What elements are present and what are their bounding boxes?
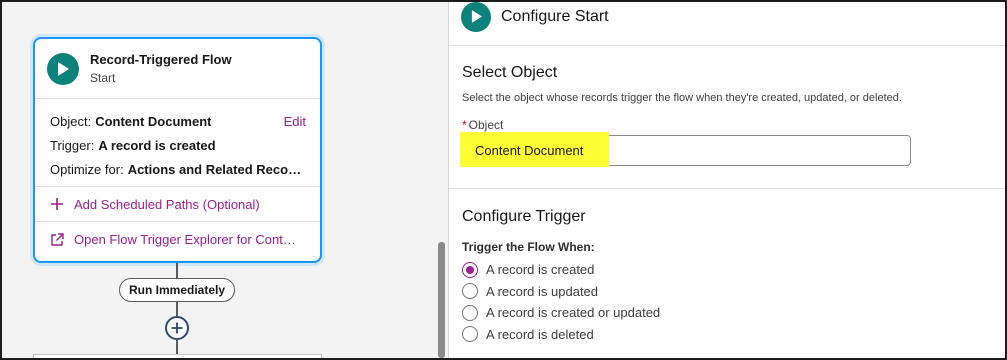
flow-canvas[interactable]: Record-Triggered Flow Start Object: Cont… <box>2 2 432 358</box>
add-element-icon[interactable] <box>165 316 189 340</box>
object-field-label-text: Object <box>468 118 504 132</box>
radio-label: A record is deleted <box>486 326 594 342</box>
radio-option-created-or-updated[interactable]: A record is created or updated <box>462 302 1005 324</box>
plus-icon <box>51 198 65 210</box>
select-object-heading: Select Object <box>462 64 558 81</box>
optimize-row-value: Actions and Related Records <box>127 162 306 177</box>
object-row: Object: Content Document Edit <box>50 110 306 134</box>
edit-link[interactable]: Edit <box>284 110 306 134</box>
trigger-radio-group: A record is created A record is updated … <box>462 259 1005 345</box>
object-row-label: Object: <box>50 114 92 129</box>
panel-title: Configure Start <box>501 7 609 25</box>
optimize-row-label: Optimize for: <box>50 162 124 177</box>
open-trigger-explorer-link[interactable]: Open Flow Trigger Explorer for Content D… <box>35 222 320 257</box>
radio-button[interactable] <box>462 283 478 300</box>
select-object-help: Select the object whose records trigger … <box>462 92 902 104</box>
start-node-subtitle: Start <box>90 71 116 85</box>
start-node-title: Record-Triggered Flow <box>90 52 232 67</box>
radio-button-checked[interactable] <box>462 261 478 278</box>
radio-label: A record is updated <box>486 283 599 299</box>
open-trigger-explorer-label: Open Flow Trigger Explorer for Content D… <box>74 232 298 247</box>
object-lookup-value: Content Document <box>475 143 584 158</box>
add-scheduled-paths-label: Add Scheduled Paths (Optional) <box>74 196 260 212</box>
trigger-when-label: Trigger the Flow When: <box>462 240 595 254</box>
radio-button[interactable] <box>462 304 478 321</box>
trigger-row-label: Trigger: <box>50 138 95 153</box>
trigger-row-value: A record is created <box>98 138 216 153</box>
next-node-card[interactable] <box>33 354 322 358</box>
canvas-scrollbar[interactable] <box>438 242 445 358</box>
object-field-label: * Object <box>462 118 1005 132</box>
start-node-header: Record-Triggered Flow Start <box>35 39 320 99</box>
radio-button[interactable] <box>462 326 478 343</box>
object-row-value: Content Document <box>95 114 212 129</box>
panel-header: Configure Start <box>449 1 1005 46</box>
optimize-row: Optimize for: Actions and Related Record… <box>50 158 306 182</box>
object-lookup-input[interactable]: Content Document <box>460 132 911 167</box>
configure-trigger-heading: Configure Trigger <box>462 208 586 225</box>
start-node-card[interactable]: Record-Triggered Flow Start Object: Cont… <box>33 37 322 263</box>
external-link-icon <box>51 233 65 246</box>
add-scheduled-paths-button[interactable]: Add Scheduled Paths (Optional) <box>35 187 320 222</box>
radio-option-deleted[interactable]: A record is deleted <box>462 324 1005 346</box>
configure-trigger-section: Configure Trigger Trigger the Flow When:… <box>449 189 1005 345</box>
required-marker: * <box>462 118 467 132</box>
select-object-section: Select Object Select the object whose re… <box>449 46 1005 189</box>
radio-label: A record is created or updated <box>486 305 661 321</box>
trigger-row: Trigger: A record is created <box>50 134 306 158</box>
play-icon <box>461 1 491 32</box>
configure-start-panel: Configure Start Select Object Select the… <box>449 1 1005 358</box>
radio-option-created[interactable]: A record is created <box>462 259 1005 281</box>
run-immediately-pill[interactable]: Run Immediately <box>119 278 235 302</box>
connector-line <box>176 263 178 278</box>
connector-line <box>176 302 178 316</box>
radio-label: A record is created <box>486 262 595 278</box>
start-node-details: Object: Content Document Edit Trigger: A… <box>35 99 320 187</box>
play-icon <box>47 52 79 85</box>
radio-option-updated[interactable]: A record is updated <box>462 281 1005 303</box>
connector-line <box>176 340 178 354</box>
